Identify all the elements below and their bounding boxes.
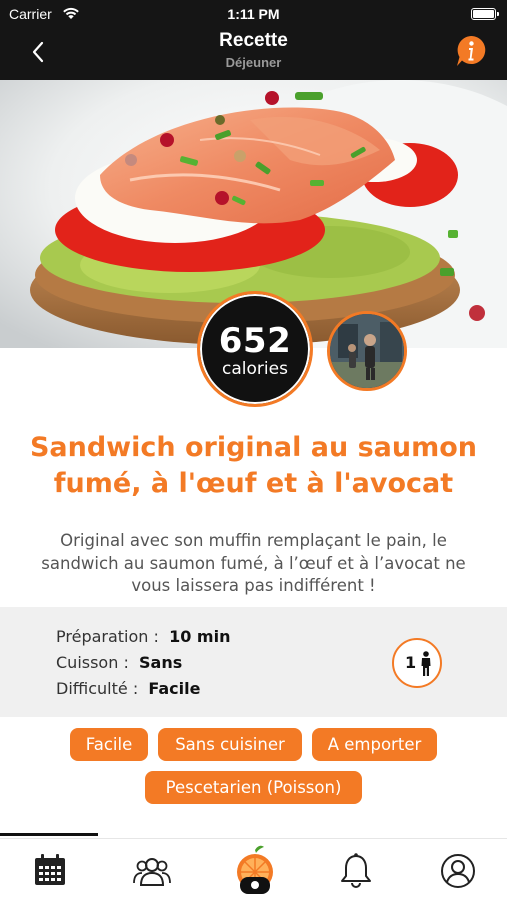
scroll-indicator: [0, 833, 98, 836]
profile-icon[interactable]: [438, 851, 478, 891]
preparation-label: Préparation :: [56, 627, 159, 646]
cuisson-row: Cuisson : Sans: [56, 653, 182, 672]
cuisson-label: Cuisson :: [56, 653, 129, 672]
page-subtitle: Déjeuner: [225, 55, 282, 70]
servings-count: 1: [405, 653, 417, 672]
difficulte-label: Difficulté :: [56, 679, 139, 698]
calories-unit: calories: [222, 359, 288, 379]
tag-facile[interactable]: Facile: [70, 728, 148, 761]
tag-sans-cuisiner[interactable]: Sans cuisiner: [158, 728, 302, 761]
cuisson-value: Sans: [139, 653, 183, 672]
page-title: Recette: [219, 30, 288, 51]
tag-a-emporter[interactable]: A emporter: [312, 728, 437, 761]
status-bar: Carrier 1:11 PM: [0, 0, 507, 28]
bell-icon[interactable]: [336, 851, 376, 891]
nav-bar: Recette Déjeuner: [0, 28, 507, 80]
preparation-value: 10 min: [169, 627, 231, 646]
community-icon[interactable]: [132, 851, 172, 891]
calories-badge: 652 calories: [197, 291, 313, 407]
app-logo-icon[interactable]: [234, 844, 276, 896]
calendar-icon[interactable]: [30, 851, 70, 891]
recipe-description: Original avec son muffin remplaçant le p…: [41, 531, 466, 595]
video-thumbnail[interactable]: [327, 311, 407, 391]
info-button[interactable]: [456, 35, 486, 67]
calories-value: 652: [218, 321, 292, 361]
clock: 1:11 PM: [227, 6, 280, 22]
tag-pescetarien[interactable]: Pescetarien (Poisson): [145, 771, 362, 804]
person-icon: [421, 651, 431, 676]
recipe-title: Sandwich original au saumon fumé, à l'œu…: [29, 432, 478, 499]
difficulte-value: Facile: [148, 679, 201, 698]
servings-badge[interactable]: 1: [392, 638, 442, 688]
tab-bar: [0, 838, 507, 900]
difficulte-row: Difficulté : Facile: [56, 679, 200, 698]
preparation-row: Préparation : 10 min: [56, 627, 230, 646]
battery-icon: [471, 8, 499, 20]
